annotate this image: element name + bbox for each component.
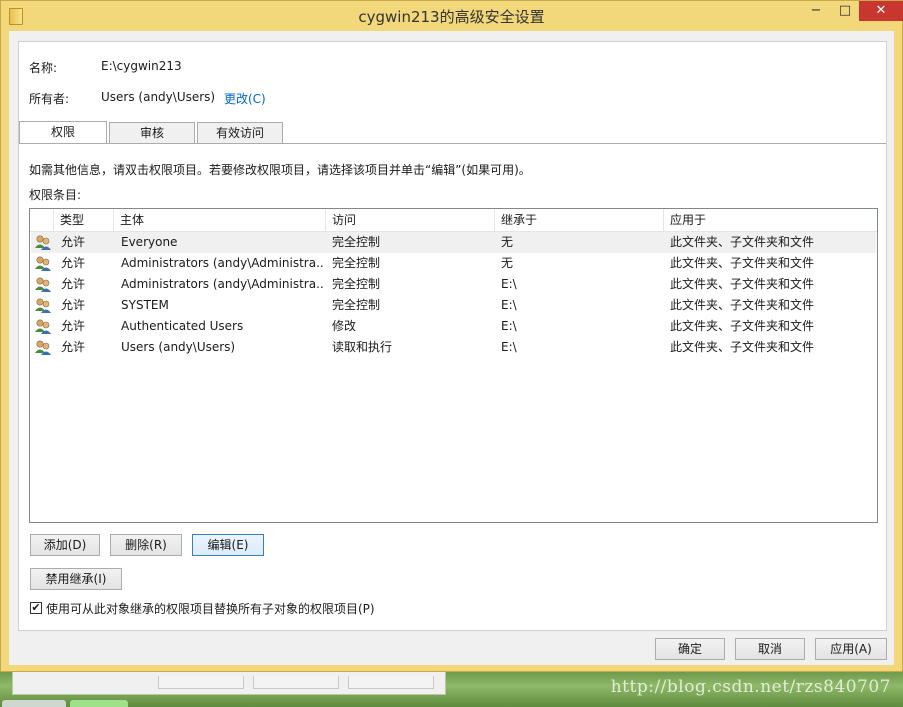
permission-entries-label: 权限条目: (29, 188, 82, 202)
permission-entries-list[interactable]: 类型 主体 访问 继承于 应用于 允许 Everyone 完全控制无此文件夹、子文件… (29, 208, 878, 523)
name-label: 名称: (29, 61, 58, 75)
column-header-principal[interactable]: 主体 (114, 209, 326, 231)
replace-child-permissions-label[interactable]: 使用可从此对象继承的权限项目替换所有子对象的权限项目(P) (46, 600, 375, 617)
user-group-icon (35, 298, 51, 313)
minimize-button[interactable]: − (801, 1, 831, 21)
cell-type: 允许 (61, 256, 86, 270)
cell-access: 完全控制 (332, 277, 381, 291)
cell-inherited-from: E:\ (501, 319, 517, 333)
user-group-icon (35, 256, 51, 271)
cell-type: 允许 (61, 298, 86, 312)
maximize-button[interactable]: □ (831, 1, 859, 21)
change-owner-link[interactable]: 更改(C) (224, 90, 266, 107)
cell-type: 允许 (61, 319, 86, 333)
cell-access: 读取和执行 (332, 340, 393, 354)
close-button[interactable]: ✕ (859, 1, 903, 21)
column-header-type[interactable]: 类型 (54, 209, 114, 231)
user-group-icon (35, 277, 51, 292)
cell-principal: Administrators (andy\Administra... (121, 256, 325, 270)
cell-type: 允许 (61, 235, 86, 249)
cell-principal: Users (andy\Users) (121, 340, 236, 354)
background-button (158, 676, 244, 689)
cell-applies-to: 此文件夹、子文件夹和文件 (670, 298, 815, 312)
cell-applies-to: 此文件夹、子文件夹和文件 (670, 235, 815, 249)
tab-divider (19, 143, 886, 144)
cell-inherited-from: 无 (501, 256, 514, 270)
column-header-inherited-from[interactable]: 继承于 (495, 209, 664, 231)
apply-button[interactable]: 应用(A) (815, 638, 887, 660)
cell-principal: Authenticated Users (121, 319, 244, 333)
add-button[interactable]: 添加(D) (30, 534, 100, 556)
checkmark-icon: ✔ (31, 601, 41, 614)
cell-principal: Administrators (andy\Administra... (121, 277, 325, 291)
cell-type: 允许 (61, 277, 86, 291)
column-header-icon (30, 209, 54, 231)
dialog-client-area: 名称: E:\cygwin213 所有者: Users (andy\Users)… (9, 31, 894, 665)
security-settings-window: cygwin213的高级安全设置 − □ ✕ 名称: E:\cygwin213 … (0, 0, 903, 672)
user-group-icon (35, 319, 51, 334)
table-row[interactable]: 允许 Authenticated Users 修改 E:\ 此文件夹、子文件夹和文件 (31, 316, 876, 337)
owner-label: 所有者: (29, 92, 70, 106)
cell-inherited-from: E:\ (501, 340, 517, 354)
table-row[interactable]: 允许 Everyone 完全控制 无 此文件夹、子文件夹和文件 (31, 232, 876, 253)
settings-panel: 名称: E:\cygwin213 所有者: Users (andy\Users)… (18, 41, 887, 631)
background-button (253, 676, 339, 689)
cell-principal: Everyone (121, 235, 178, 249)
cell-inherited-from: E:\ (501, 298, 517, 312)
cell-applies-to: 此文件夹、子文件夹和文件 (670, 277, 815, 291)
replace-child-permissions-checkbox[interactable]: ✔ (30, 602, 42, 614)
list-header: 类型 主体 访问 继承于 应用于 (30, 209, 877, 232)
cell-inherited-from: 无 (501, 235, 514, 249)
edit-button[interactable]: 编辑(E) (192, 534, 264, 556)
cell-access: 修改 (332, 319, 357, 333)
cancel-button[interactable]: 取消 (735, 638, 805, 660)
column-header-access[interactable]: 访问 (326, 209, 495, 231)
title-bar[interactable]: cygwin213的高级安全设置 − □ ✕ (1, 1, 903, 31)
cell-type: 允许 (61, 340, 86, 354)
cell-applies-to: 此文件夹、子文件夹和文件 (670, 256, 815, 270)
table-row[interactable]: 允许 SYSTEM 完全控制 E:\ 此文件夹、子文件夹和文件 (31, 295, 876, 316)
cell-principal: SYSTEM (121, 298, 169, 312)
owner-value: Users (andy\Users) (101, 90, 216, 104)
name-value: E:\cygwin213 (101, 59, 182, 73)
background-button (348, 676, 434, 689)
tab-strip: 权限 审核 有效访问 (19, 121, 886, 144)
taskbar-item[interactable] (70, 700, 128, 707)
tab-effective-access[interactable]: 有效访问 (197, 122, 283, 143)
remove-button[interactable]: 删除(R) (110, 534, 182, 556)
disable-inheritance-button[interactable]: 禁用继承(I) (30, 568, 122, 590)
instructions-text: 如需其他信息，请双击权限项目。若要修改权限项目，请选择该项目并单击“编辑”(如果… (29, 163, 531, 177)
tab-permissions[interactable]: 权限 (19, 121, 107, 144)
background-window (12, 672, 446, 695)
user-group-icon (35, 340, 51, 355)
column-header-applies-to[interactable]: 应用于 (664, 209, 877, 231)
table-row[interactable]: 允许 Users (andy\Users) 读取和执行 E:\ 此文件夹、子文件夹和文件 (31, 337, 876, 358)
taskbar-item[interactable] (2, 700, 66, 707)
tab-auditing[interactable]: 审核 (109, 122, 195, 143)
table-row[interactable]: 允许 Administrators (andy\Administra... 完全控制… (31, 253, 876, 274)
cell-applies-to: 此文件夹、子文件夹和文件 (670, 340, 815, 354)
table-row[interactable]: 允许 Administrators (andy\Administra... 完全控制… (31, 274, 876, 295)
window-title: cygwin213的高级安全设置 (358, 8, 545, 26)
user-group-icon (35, 235, 51, 250)
ok-button[interactable]: 确定 (655, 638, 725, 660)
cell-inherited-from: E:\ (501, 277, 517, 291)
cell-applies-to: 此文件夹、子文件夹和文件 (670, 319, 815, 333)
cell-access: 完全控制 (332, 256, 381, 270)
watermark: http://blog.csdn.net/rzs840707 (610, 677, 891, 697)
cell-access: 完全控制 (332, 298, 381, 312)
cell-access: 完全控制 (332, 235, 381, 249)
